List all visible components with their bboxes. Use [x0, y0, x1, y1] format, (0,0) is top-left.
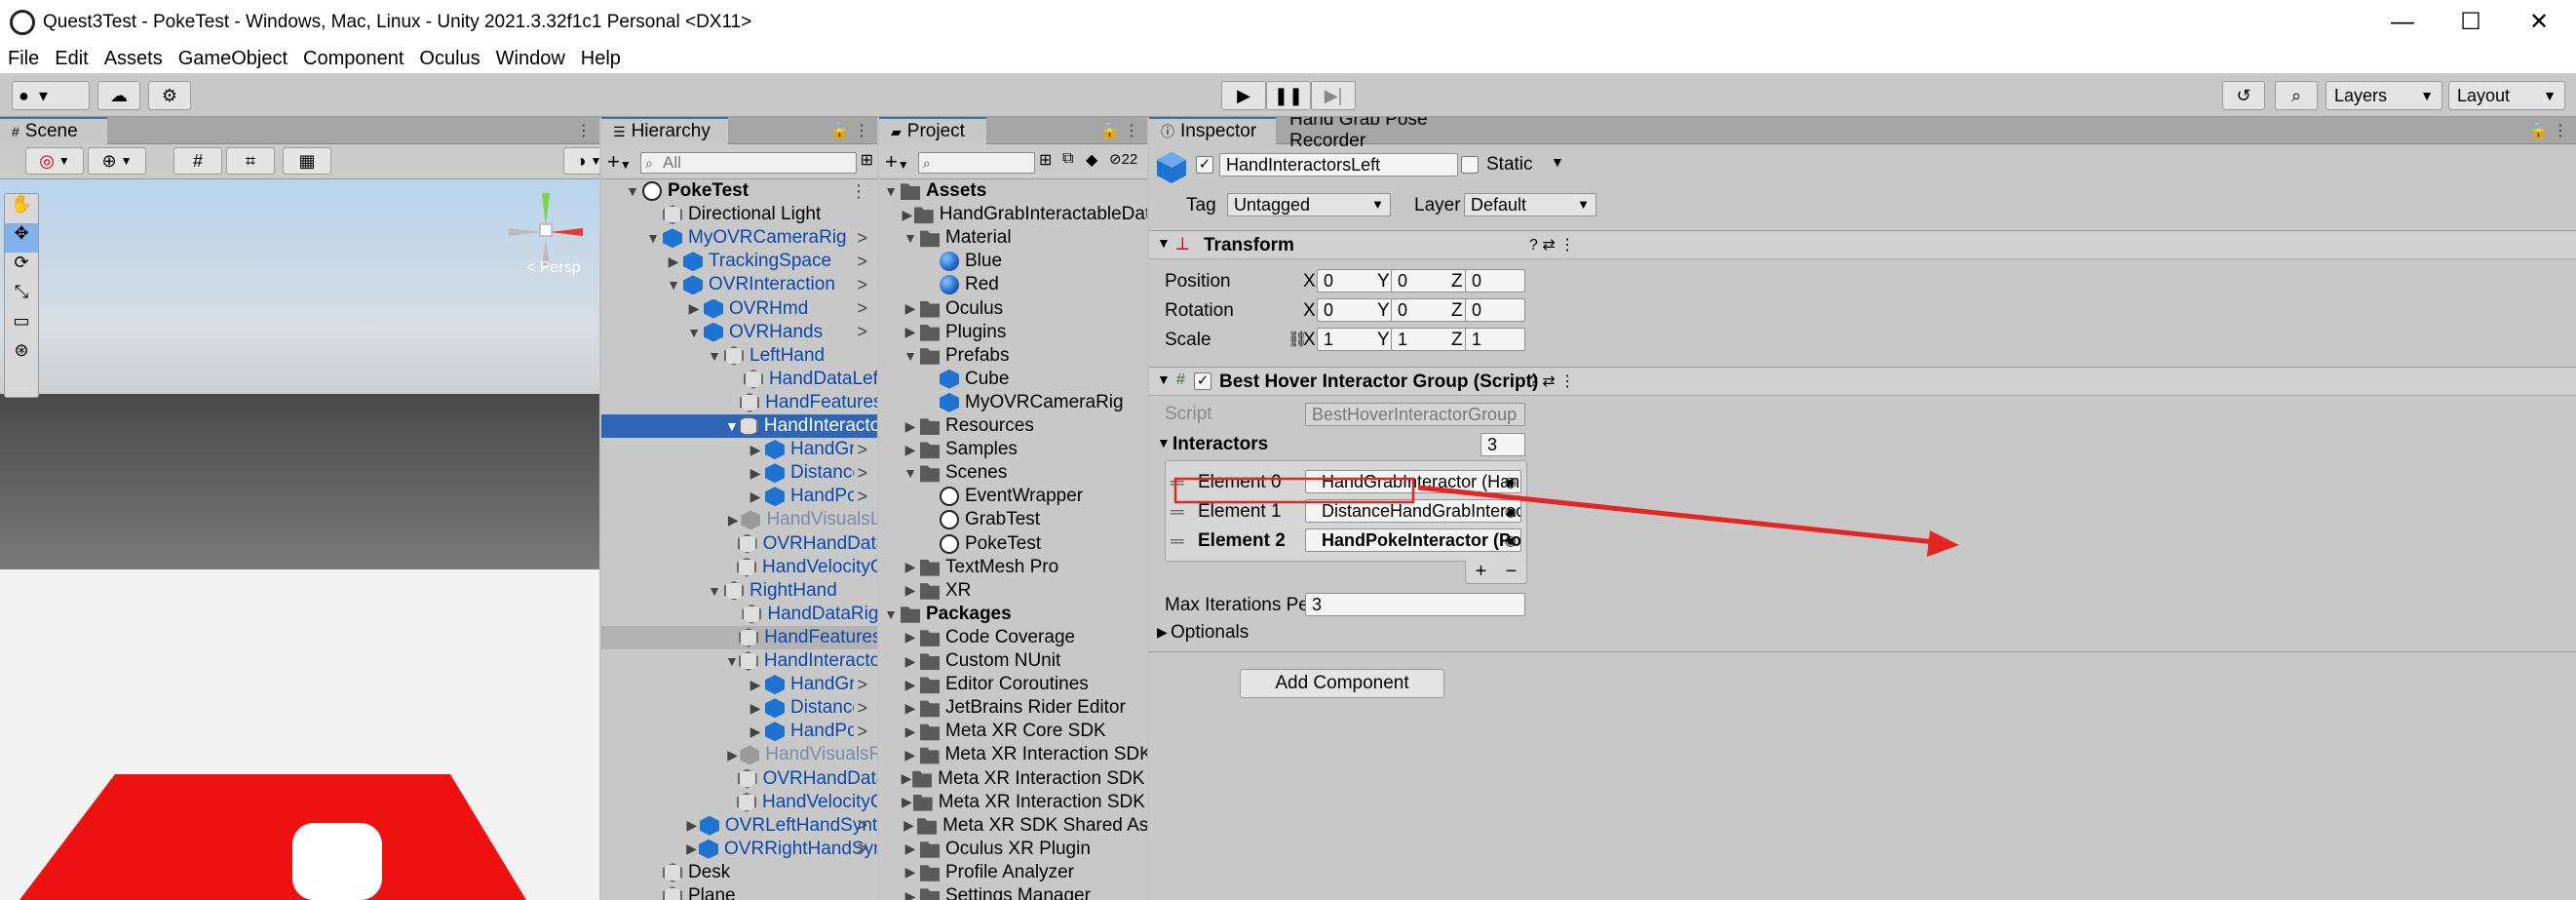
annotation-arrow-line	[1417, 485, 1936, 545]
annotation-overlay	[1173, 477, 1959, 557]
annotation-arrowhead-icon	[1927, 530, 1959, 557]
annotation-highlight-box	[1173, 477, 1415, 504]
